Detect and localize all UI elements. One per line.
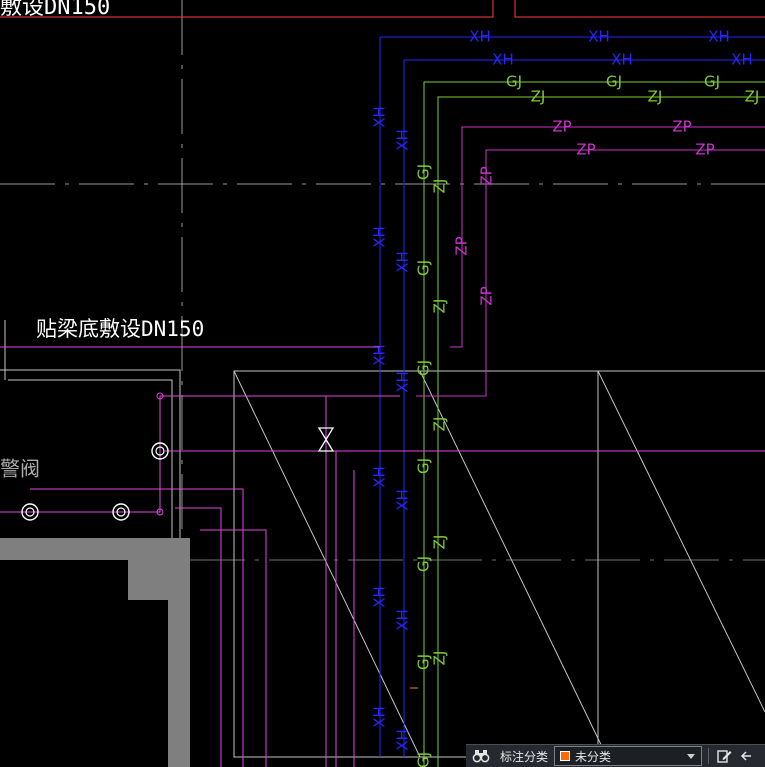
label-zp: ZP	[695, 141, 714, 159]
label-xh: XH	[588, 28, 610, 46]
pipe-zp-inner	[416, 149, 765, 397]
label-zp: ZP	[576, 141, 595, 159]
branch-pipe	[30, 488, 244, 767]
label-xh: XH	[469, 28, 491, 46]
label-xh: XH	[371, 586, 389, 608]
label-zp: ZP	[478, 286, 496, 305]
label-gj: GJ	[415, 556, 433, 572]
equipment-frame	[233, 370, 765, 758]
chevron-down-icon	[687, 753, 696, 759]
label-zp: ZP	[453, 236, 471, 255]
beam-pipe-note: 贴梁底敷设DN150	[36, 317, 204, 341]
label-zp: ZP	[478, 166, 496, 185]
back-arrow-icon[interactable]	[735, 745, 757, 767]
annotation-toolbar: 标注分类 未分类	[466, 744, 765, 767]
label-xh: XH	[611, 51, 633, 69]
beam-outline-right	[514, 0, 765, 18]
label-xh: XH	[492, 51, 514, 69]
label-xh: XH	[731, 51, 753, 69]
pipe-gj	[423, 81, 765, 767]
label-zj: ZJ	[648, 88, 663, 106]
label-zj: ZJ	[431, 651, 449, 666]
edit-icon[interactable]	[713, 745, 735, 767]
label-xh: XH	[371, 106, 389, 128]
drawing-canvas[interactable]: XH XH XHXH XH XHXHXHXHXHXHXHXHXHXHXHXHXHGJ GJ…	[0, 0, 765, 767]
pipe-zj	[437, 96, 765, 767]
category-color-swatch	[560, 751, 571, 761]
binoculars-icon[interactable]	[470, 745, 492, 767]
label-xh: XH	[394, 371, 412, 393]
toolbar-divider	[708, 748, 710, 764]
label-zj: ZJ	[745, 88, 760, 106]
classify-value: 未分类	[575, 749, 612, 764]
alarm-valve-note: 报警阀	[0, 457, 40, 481]
pipe-zp-outer	[450, 126, 765, 348]
label-gj: GJ	[415, 360, 433, 376]
label-gj: GJ	[415, 260, 433, 276]
pipe-xh-inner	[403, 59, 765, 757]
label-xh: XH	[394, 489, 412, 511]
label-xh: XH	[371, 706, 389, 728]
branch-pipe	[200, 529, 267, 767]
label-zj: ZJ	[431, 535, 449, 550]
label-zj: ZJ	[431, 299, 449, 314]
label-gj: GJ	[415, 752, 433, 767]
label-gj: GJ	[606, 73, 622, 91]
classify-label: 标注分类	[500, 749, 549, 764]
label-zj: ZJ	[431, 417, 449, 432]
label-xh: XH	[394, 129, 412, 151]
label-gj: GJ	[704, 73, 720, 91]
label-xh: XH	[371, 226, 389, 248]
label-zp: ZP	[672, 118, 691, 136]
cad-viewport[interactable]: XH XH XH XH XH XH XH XH XH XH XH XH XH XH XH XH XH XH GJ GJ…	[0, 0, 765, 767]
frame-diagonal	[597, 370, 765, 713]
top-pipe-note: 敷设DN150	[0, 0, 110, 20]
label-xh: XH	[394, 729, 412, 751]
label-xh: XH	[394, 609, 412, 631]
label-zj: ZJ	[431, 179, 449, 194]
label-xh: XH	[371, 466, 389, 488]
label-xh: XH	[708, 28, 730, 46]
label-zp: ZP	[552, 118, 571, 136]
label-gj: GJ	[415, 164, 433, 180]
frame-diagonal	[233, 370, 421, 758]
label-gj: GJ	[506, 73, 522, 91]
label-xh: XH	[394, 251, 412, 273]
wall-section	[0, 538, 190, 767]
label-zj: ZJ	[531, 88, 546, 106]
label-gj: GJ	[415, 458, 433, 474]
classify-select[interactable]: 未分类	[554, 746, 703, 766]
